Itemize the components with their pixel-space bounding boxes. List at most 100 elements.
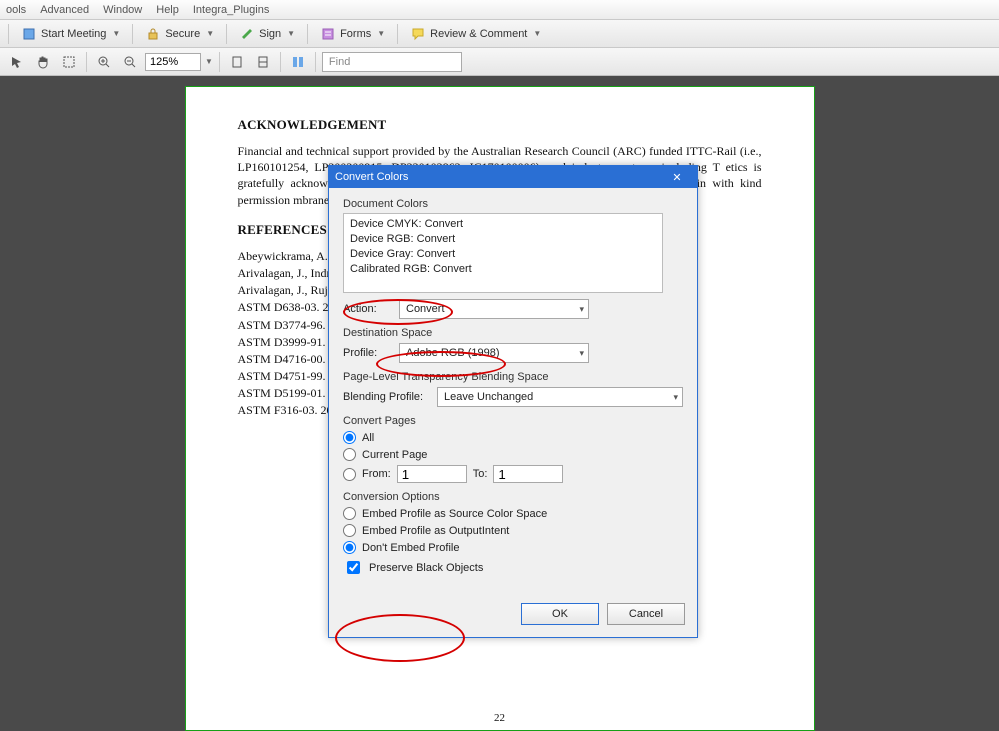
radio-embed-output-input[interactable] <box>343 524 356 537</box>
caret-icon: ▼ <box>377 29 385 38</box>
find-input[interactable]: Find <box>322 52 462 72</box>
hand-tool-icon[interactable] <box>32 51 54 73</box>
close-icon: ✕ <box>672 171 681 184</box>
radio-dont-embed-input[interactable] <box>343 541 356 554</box>
forms-icon <box>320 26 336 42</box>
conversion-options-group: Conversion Options Embed Profile as Sour… <box>343 491 683 577</box>
start-meeting-button[interactable]: Start Meeting ▼ <box>15 24 126 44</box>
fit-width-icon[interactable] <box>252 51 274 73</box>
radio-from[interactable]: From: To: <box>343 465 683 483</box>
radio-current-page[interactable]: Current Page <box>343 448 683 461</box>
caret-icon: ▼ <box>287 29 295 38</box>
radio-all-label: All <box>362 432 374 444</box>
list-item[interactable]: Device RGB: Convert <box>350 232 656 247</box>
blending-space-group: Page-Level Transparency Blending Space B… <box>343 371 683 407</box>
forms-button[interactable]: Forms ▼ <box>314 24 391 44</box>
review-comment-button[interactable]: Review & Comment ▼ <box>404 24 547 44</box>
radio-all-input[interactable] <box>343 431 356 444</box>
main-menubar: ools Advanced Window Help Integra_Plugin… <box>0 0 999 20</box>
caret-icon: ▼ <box>533 29 541 38</box>
separator <box>219 52 220 72</box>
document-colors-label: Document Colors <box>343 198 683 210</box>
dialog-button-row: OK Cancel <box>329 595 697 637</box>
radio-embed-output[interactable]: Embed Profile as OutputIntent <box>343 524 683 537</box>
menu-tools[interactable]: ools <box>6 4 26 16</box>
action-select[interactable]: Convert ▾ <box>399 299 589 319</box>
profile-value: Adobe RGB (1998) <box>406 347 500 359</box>
caret-icon: ▼ <box>206 29 214 38</box>
sign-button[interactable]: Sign ▼ <box>233 24 301 44</box>
radio-embed-source-input[interactable] <box>343 507 356 520</box>
chevron-down-icon: ▾ <box>579 304 584 315</box>
meeting-icon <box>21 26 37 42</box>
action-label: Action: <box>343 303 391 315</box>
zoom-input[interactable] <box>145 53 201 71</box>
caret-icon: ▼ <box>112 29 120 38</box>
ok-button[interactable]: OK <box>521 603 599 625</box>
pen-icon <box>239 26 255 42</box>
secure-label: Secure <box>165 28 200 40</box>
sign-label: Sign <box>259 28 281 40</box>
separator <box>280 52 281 72</box>
separator <box>8 24 9 44</box>
conversion-options-label: Conversion Options <box>343 491 683 503</box>
list-item[interactable]: Calibrated RGB: Convert <box>350 262 656 277</box>
list-item[interactable]: Device CMYK: Convert <box>350 217 656 232</box>
marquee-zoom-icon[interactable] <box>58 51 80 73</box>
profile-select[interactable]: Adobe RGB (1998) ▾ <box>399 343 589 363</box>
lock-icon <box>145 26 161 42</box>
radio-embed-source[interactable]: Embed Profile as Source Color Space <box>343 507 683 520</box>
blending-profile-select[interactable]: Leave Unchanged ▾ <box>437 387 683 407</box>
menu-advanced[interactable]: Advanced <box>40 4 89 16</box>
chevron-down-icon: ▾ <box>673 392 678 403</box>
menu-window[interactable]: Window <box>103 4 142 16</box>
toolbar-primary: Start Meeting ▼ Secure ▼ Sign ▼ Forms ▼ … <box>0 20 999 48</box>
secure-button[interactable]: Secure ▼ <box>139 24 220 44</box>
dialog-titlebar[interactable]: Convert Colors ✕ <box>329 166 697 188</box>
radio-current-label: Current Page <box>362 449 427 461</box>
document-colors-group: Document Colors Device CMYK: Convert Dev… <box>343 198 683 319</box>
list-item[interactable]: Device Gray: Convert <box>350 247 656 262</box>
checkbox-preserve-black-label: Preserve Black Objects <box>369 562 483 574</box>
forms-label: Forms <box>340 28 371 40</box>
radio-from-input[interactable] <box>343 468 356 481</box>
review-label: Review & Comment <box>430 28 527 40</box>
blending-profile-value: Leave Unchanged <box>444 391 533 403</box>
radio-embed-output-label: Embed Profile as OutputIntent <box>362 525 509 537</box>
radio-all[interactable]: All <box>343 431 683 444</box>
separator <box>307 24 308 44</box>
dialog-close-button[interactable]: ✕ <box>663 168 691 186</box>
zoom-out-icon[interactable] <box>119 51 141 73</box>
to-label: To: <box>473 468 488 480</box>
document-colors-listbox[interactable]: Device CMYK: Convert Device RGB: Convert… <box>343 213 663 293</box>
checkbox-preserve-black[interactable]: Preserve Black Objects <box>343 558 683 577</box>
chevron-down-icon: ▾ <box>579 348 584 359</box>
menu-integra-plugins[interactable]: Integra_Plugins <box>193 4 269 16</box>
menu-help[interactable]: Help <box>156 4 179 16</box>
fit-page-icon[interactable] <box>226 51 248 73</box>
ack-heading: ACKNOWLEDGEMENT <box>238 117 762 133</box>
to-page-input[interactable] <box>493 465 563 483</box>
from-page-input[interactable] <box>397 465 467 483</box>
radio-from-label: From: <box>362 468 391 480</box>
dialog-body: Document Colors Device CMYK: Convert Dev… <box>329 188 697 595</box>
profile-label: Profile: <box>343 347 391 359</box>
zoom-in-icon[interactable] <box>93 51 115 73</box>
start-meeting-label: Start Meeting <box>41 28 106 40</box>
radio-current-input[interactable] <box>343 448 356 461</box>
convert-colors-dialog: Convert Colors ✕ Document Colors Device … <box>328 165 698 638</box>
radio-dont-embed[interactable]: Don't Embed Profile <box>343 541 683 554</box>
blending-space-label: Page-Level Transparency Blending Space <box>343 371 683 383</box>
reading-mode-icon[interactable] <box>287 51 309 73</box>
convert-pages-group: Convert Pages All Current Page From: To: <box>343 415 683 483</box>
select-tool-icon[interactable] <box>6 51 28 73</box>
zoom-caret-icon[interactable]: ▼ <box>205 57 213 66</box>
separator <box>86 52 87 72</box>
convert-pages-label: Convert Pages <box>343 415 683 427</box>
separator <box>226 24 227 44</box>
checkbox-preserve-black-input[interactable] <box>347 561 360 574</box>
cancel-button[interactable]: Cancel <box>607 603 685 625</box>
radio-dont-embed-label: Don't Embed Profile <box>362 542 459 554</box>
find-placeholder: Find <box>329 56 350 68</box>
radio-embed-source-label: Embed Profile as Source Color Space <box>362 508 547 520</box>
